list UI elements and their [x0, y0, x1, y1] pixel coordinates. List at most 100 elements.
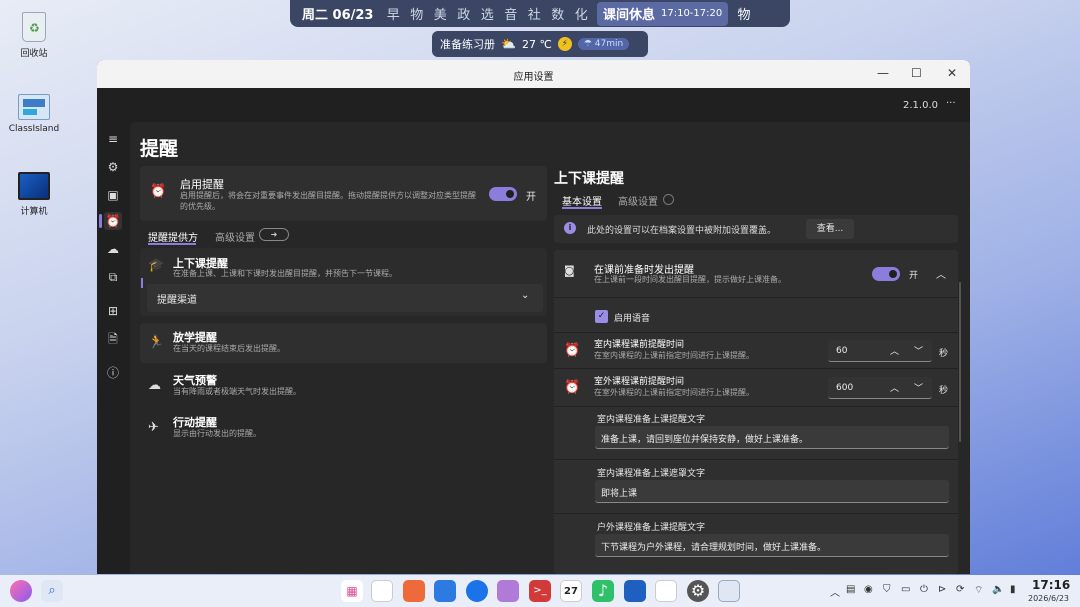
chevron-up-icon[interactable]: ︿ [890, 344, 899, 357]
active-app-icon[interactable] [718, 580, 740, 602]
app-grid-icon[interactable]: ▦ [341, 580, 363, 602]
divider [554, 406, 958, 407]
page-title: 提醒 [140, 138, 179, 160]
desktop-icon-label: 回收站 [20, 49, 48, 59]
settings-nav: ≡ ⚙ ▣ ⏰ ☁ ⧉ ⊞ 🗎 ⓘ [97, 122, 130, 574]
schedule-subject: 早 [386, 8, 400, 23]
chevron-down-icon: ⌄ [521, 290, 530, 301]
schedule-date: 周二 06/23 [302, 8, 374, 23]
desktop-icon-computer[interactable]: 计算机 [4, 172, 64, 217]
voice-checkbox[interactable]: ✓ [595, 310, 608, 323]
classisland-taskbar-icon[interactable] [655, 580, 677, 602]
unit-label: 秒 [939, 349, 949, 359]
hamburger-menu-icon[interactable]: ≡ [104, 130, 122, 148]
temperature: 27 ℃ [521, 37, 552, 51]
file-manager-icon[interactable] [434, 580, 456, 602]
desktop-icon-recycle-bin[interactable]: ♻ 回收站 [4, 12, 64, 59]
channel-dropdown[interactable]: 提醒渠道 ⌄ [147, 284, 543, 312]
tray-app-icon[interactable]: ▤ [846, 584, 855, 595]
tab-advanced[interactable]: 高级设置 [215, 229, 255, 244]
multitask-icon[interactable] [371, 580, 393, 602]
rain-cloud-icon: ☂ [583, 39, 595, 49]
enable-reminder-toggle[interactable] [489, 187, 517, 201]
alarm-icon[interactable]: ⏰ [104, 212, 122, 230]
view-button[interactable]: 查看... [806, 219, 854, 239]
text-field-label: 室内课程准备上课遮罩文字 [597, 469, 706, 479]
launcher-icon[interactable] [10, 580, 32, 602]
desktop-icon-label: 计算机 [20, 207, 48, 217]
weather-icon[interactable]: ☁ [104, 240, 122, 258]
info-text: 此处的设置可以在档案设置中被附加设置覆盖。 [587, 226, 777, 236]
lightning-icon: ⚡ [557, 37, 572, 51]
outdoor-time-spinner[interactable]: 600 ︿ ﹀ [828, 377, 932, 399]
gear-icon[interactable]: ⚙ [104, 158, 122, 176]
indoor-time-spinner[interactable]: 60 ︿ ﹀ [828, 340, 932, 362]
outdoor-reminder-text-input[interactable]: 下节课程为户外课程，请合理规划时间，做好上课准备。 [595, 534, 949, 557]
advanced-badge: ➜ [259, 228, 289, 241]
tab-providers[interactable]: 提醒提供方 [148, 229, 198, 244]
duration-badge: ☂ 47min [577, 38, 630, 50]
chevron-up-icon[interactable]: ︿ [936, 266, 946, 281]
graduation-cap-icon: 🎓 [148, 258, 165, 273]
record-icon[interactable]: ◉ [864, 584, 873, 595]
calendar-icon[interactable]: ▣ [104, 186, 122, 204]
badge-arrow-icon: ➜ [270, 230, 278, 239]
chevron-down-icon[interactable]: ﹀ [914, 344, 923, 357]
provider-action[interactable]: ✈ 行动提醒 显示由行动发出的提醒。 [140, 408, 547, 448]
minimize-button[interactable]: — [877, 66, 889, 80]
tab-underline [148, 243, 196, 245]
close-button[interactable]: ✕ [947, 66, 957, 80]
indoor-mask-text-input[interactable]: 即将上课 [595, 480, 949, 503]
schedule-subject: 数 [551, 8, 565, 23]
provider-weather[interactable]: ☁ 天气预警 当有降雨或者极端天气时发出提醒。 [140, 366, 547, 406]
chevron-up-icon[interactable]: ︿ [890, 381, 899, 394]
tab-basic-settings[interactable]: 基本设置 [562, 193, 602, 208]
calendar-icon[interactable]: 27 [560, 580, 582, 602]
channel-label: 提醒渠道 [157, 295, 197, 306]
browser-icon[interactable] [466, 580, 488, 602]
alarm-icon: ⏰ [564, 343, 581, 358]
clock-date[interactable]: 2026/6/23 [1028, 594, 1069, 603]
schedule-subject: 政 [457, 8, 471, 23]
more-button[interactable]: ··· [946, 98, 956, 109]
battery-icon[interactable]: ▮ [1010, 584, 1016, 595]
provider-class-reminder[interactable]: 🎓 上下课提醒 在准备上课、上课和下课时发出醒目提醒，并预告下一节课程。 提醒渠… [140, 248, 547, 316]
class-schedule-bar: 周二 06/23 早 物 美 政 选 音 社 数 化 课间休息 17:10-17… [290, 0, 790, 27]
chevron-up-icon[interactable]: ︿ [830, 584, 840, 599]
provider-after-school[interactable]: 🏃 放学提醒 在当天的课程结束后发出提醒。 [140, 323, 547, 363]
video-icon[interactable] [624, 580, 646, 602]
battery-saver-icon[interactable]: ▭ [901, 584, 910, 595]
before-class-card: ◙ 在课前准备时发出提醒 在上课前一段时间发出醒目提醒，提示做好上课准备。 开 … [554, 250, 958, 574]
indoor-reminder-text-input[interactable]: 准备上课，请回到座位并保持安静，做好上课准备。 [595, 426, 949, 449]
info-icon: i [564, 222, 576, 234]
settings-gear-icon[interactable]: ⚙ [687, 580, 709, 602]
music-icon[interactable]: ♪ [592, 580, 614, 602]
chevron-down-icon[interactable]: ﹀ [914, 381, 923, 394]
power-icon[interactable]: ⏻ [920, 584, 928, 595]
version-label: 2.1.0.0 [903, 100, 938, 111]
file-icon[interactable]: 🗎 [104, 330, 122, 348]
shield-icon[interactable]: ⛉ [883, 584, 891, 595]
current-break: 课间休息 17:10-17:20 [596, 1, 729, 26]
store-icon[interactable] [403, 580, 425, 602]
info-icon[interactable]: ⓘ [104, 364, 122, 382]
terminal-icon[interactable]: >_ [529, 580, 551, 602]
desktop-icon-classisland[interactable]: ClassIsland [4, 94, 64, 134]
toggle-state-label: 开 [526, 192, 536, 203]
plugin-icon[interactable]: ⧉ [104, 268, 122, 286]
info-bar: i 此处的设置可以在档案设置中被附加设置覆盖。 查看... [554, 215, 958, 243]
maximize-button[interactable]: ☐ [911, 66, 922, 80]
search-icon[interactable]: ⌕ [41, 580, 63, 602]
scrollbar[interactable] [959, 282, 961, 442]
mail-icon[interactable] [497, 580, 519, 602]
components-icon[interactable]: ⊞ [104, 302, 122, 320]
clock-time[interactable]: 17:16 [1032, 578, 1070, 592]
sync-icon[interactable]: ⟳ [956, 584, 964, 595]
running-person-icon: 🏃 [148, 335, 165, 350]
before-class-toggle[interactable] [872, 267, 900, 281]
play-circle-icon[interactable]: ⊳ [938, 584, 946, 595]
tab-advanced-settings[interactable]: 高级设置 [618, 193, 658, 208]
volume-icon[interactable]: 🔈 [992, 584, 1004, 595]
wifi-icon[interactable]: ⌔ [974, 584, 983, 597]
window-titlebar[interactable]: 应用设置 — ☐ ✕ [97, 60, 970, 88]
